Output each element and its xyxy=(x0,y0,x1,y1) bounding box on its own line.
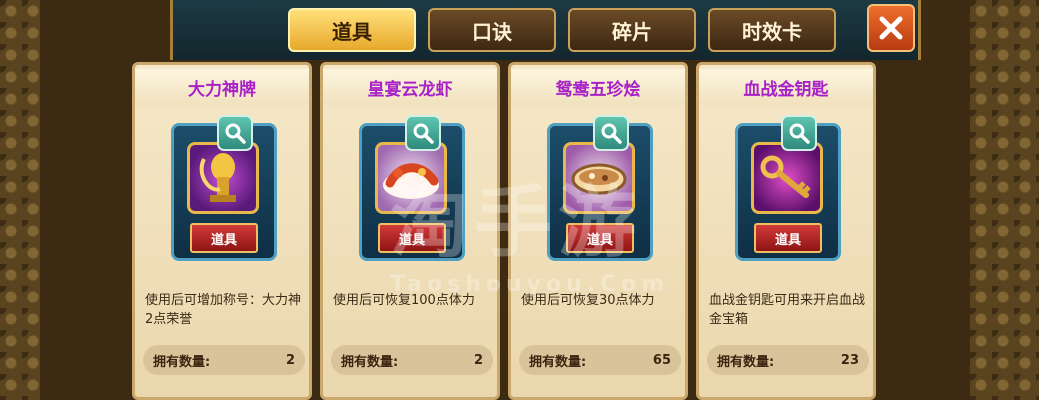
close-button[interactable] xyxy=(867,4,915,52)
golden-trophy-icon xyxy=(187,142,259,214)
owned-count-bar: 拥有数量: 2 xyxy=(143,345,305,375)
left-border-pattern xyxy=(0,0,40,400)
owned-label: 拥有数量: xyxy=(529,354,587,370)
owned-count: 2 xyxy=(473,352,483,368)
item-type-badge: 道具 xyxy=(190,223,258,253)
magnifier-icon xyxy=(225,123,246,144)
item-description: 使用后可恢复30点体力 xyxy=(521,293,655,308)
owned-count: 65 xyxy=(652,352,671,368)
soup-bowl-icon xyxy=(563,142,635,214)
owned-label: 拥有数量: xyxy=(153,354,211,370)
item-name: 血战金钥匙 xyxy=(699,69,873,105)
magnifier-button[interactable] xyxy=(593,115,629,151)
item-name: 鸳鸯五珍烩 xyxy=(511,69,685,105)
item-card[interactable]: 血战金钥匙 道具 血战金钥匙可用来开启血战金宝箱 拥有数量: 23 xyxy=(696,62,876,400)
magnifier-icon xyxy=(789,123,810,144)
magnifier-icon xyxy=(413,123,434,144)
magnifier-button[interactable] xyxy=(217,115,253,151)
item-description: 使用后可恢复100点体力 xyxy=(333,293,475,308)
owned-count: 2 xyxy=(285,352,295,368)
tab-bar: 道具 口诀 碎片 时效卡 xyxy=(170,0,921,60)
owned-count-bar: 拥有数量: 65 xyxy=(519,345,681,375)
owned-count: 23 xyxy=(840,352,859,368)
lobster-dish-icon xyxy=(375,142,447,214)
item-type-badge: 道具 xyxy=(378,223,446,253)
item-card[interactable]: 皇宴云龙虾 道具 使用后可恢复100点体力 拥有数量: 2 xyxy=(320,62,500,400)
tab-fragments[interactable]: 碎片 xyxy=(568,8,696,52)
owned-count-bar: 拥有数量: 2 xyxy=(331,345,493,375)
tab-timed-cards[interactable]: 时效卡 xyxy=(708,8,836,52)
golden-key-icon xyxy=(751,142,823,214)
magnifier-button[interactable] xyxy=(781,115,817,151)
magnifier-button[interactable] xyxy=(405,115,441,151)
magnifier-icon xyxy=(601,123,622,144)
item-name: 大力神牌 xyxy=(135,69,309,105)
item-name: 皇宴云龙虾 xyxy=(323,69,497,105)
item-type-badge: 道具 xyxy=(566,223,634,253)
tab-items[interactable]: 道具 xyxy=(288,8,416,52)
right-border-pattern xyxy=(970,0,1039,400)
item-description: 使用后可增加称号：大力神2点荣誉 xyxy=(145,293,302,327)
close-x-icon xyxy=(879,16,903,40)
owned-label: 拥有数量: xyxy=(717,354,775,370)
inventory-window: 道具 口诀 碎片 时效卡 大力神牌 道具 使用后可增加称号：大力神2点荣誉 拥有… xyxy=(40,0,970,400)
tab-formulas[interactable]: 口诀 xyxy=(428,8,556,52)
item-card[interactable]: 鸳鸯五珍烩 道具 使用后可恢复30点体力 拥有数量: 65 xyxy=(508,62,688,400)
owned-count-bar: 拥有数量: 23 xyxy=(707,345,869,375)
item-description: 血战金钥匙可用来开启血战金宝箱 xyxy=(709,293,866,327)
owned-label: 拥有数量: xyxy=(341,354,399,370)
item-type-badge: 道具 xyxy=(754,223,822,253)
item-card[interactable]: 大力神牌 道具 使用后可增加称号：大力神2点荣誉 拥有数量: 2 xyxy=(132,62,312,400)
